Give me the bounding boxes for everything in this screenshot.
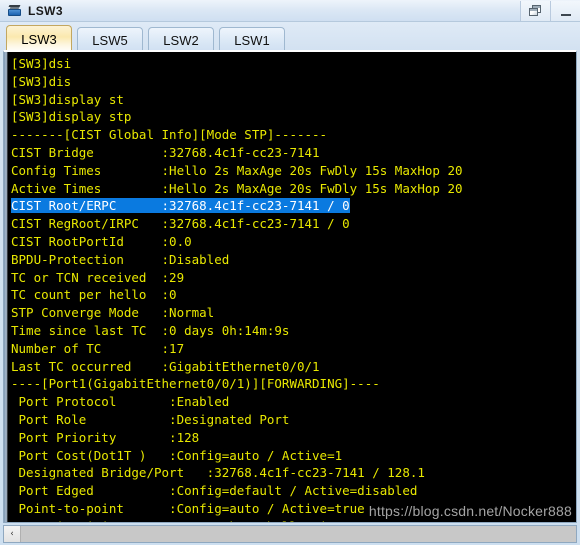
terminal-frame: [SW3]dsi [SW3]dis [SW3]display st [SW3]disp… <box>3 50 577 523</box>
tab-strip: LSW3 LSW5 LSW2 LSW1 <box>0 22 580 52</box>
switch-cli-window: LSW3 LSW3 LSW5 LSW2 LSW1 [SW3]dsi [SW3]d… <box>0 0 580 545</box>
terminal-line: Point-to-point :Config=auto / Active=tru… <box>11 500 365 516</box>
terminal-line: [SW3]dis <box>11 73 72 89</box>
terminal-output[interactable]: [SW3]dsi [SW3]dis [SW3]display st [SW3]disp… <box>8 54 576 522</box>
terminal-line: Port Protocol :Enabled <box>11 394 230 410</box>
terminal-line: CIST Root/ERPC :32768.4c1f-cc23-7141 / 0 <box>8 197 576 215</box>
terminal-line: Last TC occurred :GigabitEthernet0/0/1 <box>11 358 320 374</box>
terminal-line: CIST Bridge :32768.4c1f-cc23-7141 <box>11 144 320 160</box>
restore-button[interactable] <box>520 1 550 21</box>
terminal-line: [SW3]dsi <box>11 56 72 71</box>
scrollbar-track[interactable] <box>21 526 576 542</box>
terminal-line: BPDU-Protection :Disabled <box>11 251 230 267</box>
terminal-line: [SW3]display st <box>11 91 124 107</box>
scroll-left-arrow-icon[interactable]: ‹ <box>4 526 21 542</box>
tab-lsw2[interactable]: LSW2 <box>148 27 214 52</box>
horizontal-scrollbar[interactable]: ‹ <box>3 525 577 543</box>
terminal-line: ----[Port1(GigabitEthernet0/0/1)][FORWAR… <box>11 376 380 392</box>
terminal-line: Port Cost(Dot1T ) :Config=auto / Active=… <box>11 447 343 463</box>
terminal-line: -------[CIST Global Info][Mode STP]-----… <box>11 127 328 143</box>
window-title: LSW3 <box>28 3 63 18</box>
tab-label: LSW5 <box>92 32 128 48</box>
terminal-line: Port Role :Designated Port <box>11 411 290 427</box>
terminal-line: [SW3]display stp <box>11 109 132 125</box>
terminal-line: STP Converge Mode :Normal <box>11 305 215 321</box>
title-bar-left: LSW3 <box>0 4 63 18</box>
terminal-line: Active Times :Hello 2s MaxAge 20s FwDly … <box>11 180 463 196</box>
title-bar: LSW3 <box>0 0 580 22</box>
tab-lsw1[interactable]: LSW1 <box>219 27 285 52</box>
terminal-line: Config Times :Hello 2s MaxAge 20s FwDly … <box>11 162 463 178</box>
tab-label: LSW3 <box>21 31 57 47</box>
terminal-line: TC count per hello :0 <box>11 287 177 303</box>
tab-label: LSW2 <box>163 32 199 48</box>
terminal-line: CIST RootPortId :0.0 <box>11 233 192 249</box>
tab-lsw3[interactable]: LSW3 <box>6 25 72 52</box>
terminal-line: Port Priority :128 <box>11 429 200 445</box>
terminal-line: Time since last TC :0 days 0h:14m:9s <box>11 322 290 338</box>
terminal-line: CIST RegRoot/IRPC :32768.4c1f-cc23-7141 … <box>11 216 350 232</box>
switch-icon <box>7 4 23 18</box>
terminal-line: Number of TC :17 <box>11 340 185 356</box>
terminal-line: Transit Limit :147 packets/hello-time <box>8 518 576 522</box>
terminal-line-selected: CIST Root/ERPC :32768.4c1f-cc23-7141 / 0 <box>11 198 350 214</box>
minimize-icon <box>560 13 571 16</box>
terminal-line: TC or TCN received :29 <box>11 269 185 285</box>
tab-label: LSW1 <box>234 32 270 48</box>
restore-icon <box>529 5 542 17</box>
window-controls <box>520 0 580 22</box>
terminal-line: Designated Bridge/Port :32768.4c1f-cc23-… <box>11 465 425 481</box>
terminal-line: Port Edged :Config=default / Active=disa… <box>11 483 418 499</box>
tab-lsw5[interactable]: LSW5 <box>77 27 143 52</box>
minimize-button[interactable] <box>550 1 580 21</box>
